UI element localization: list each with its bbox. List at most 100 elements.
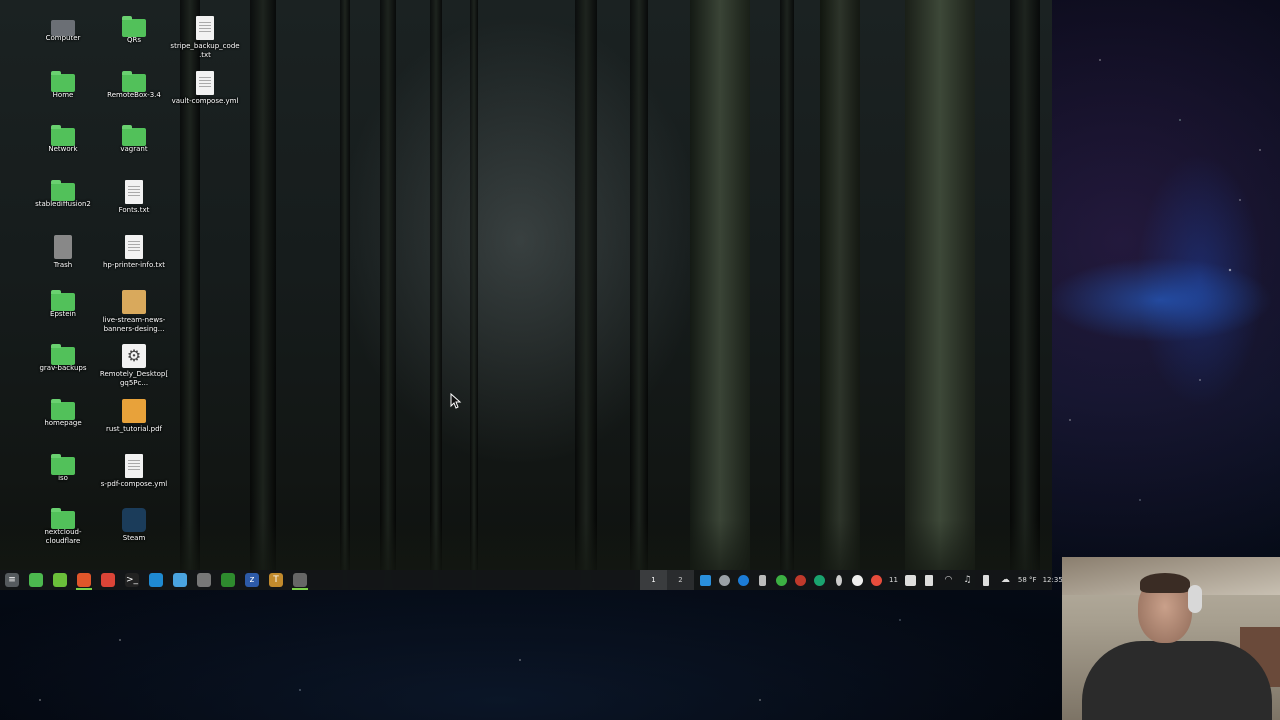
desktop-icon-label: Remotely_Desktop[gq5Pc... — [99, 370, 169, 388]
tool-launcher[interactable]: T — [264, 570, 288, 590]
desktop-icon-label: grav-backups — [39, 364, 87, 373]
nvidia-launcher[interactable] — [216, 570, 240, 590]
desktop-icon[interactable]: iso — [28, 453, 98, 483]
folder-icon — [122, 125, 146, 147]
desktop-icon[interactable]: hp-printer-info.txt — [99, 234, 169, 270]
menu-launcher[interactable]: ≡ — [0, 570, 24, 590]
desktop-icon-label: Fonts.txt — [118, 206, 150, 215]
desktop-icon-label: live-stream-news-banners-desing... — [102, 315, 166, 333]
folder-icon — [51, 508, 75, 530]
desktop-icon-label: vault-compose.yml — [171, 96, 239, 105]
text-file-icon — [196, 70, 214, 95]
network-app-launcher[interactable] — [192, 570, 216, 590]
desktop-icon-label: vagrant — [120, 145, 148, 154]
zoom-launcher[interactable]: z — [240, 570, 264, 590]
desktop-icon-label: iso — [58, 473, 68, 482]
workspace-2[interactable]: 2 — [667, 570, 694, 590]
clipboard-icon[interactable] — [920, 570, 939, 590]
desktop-icon-label: Home — [52, 90, 74, 99]
printer-icon[interactable] — [901, 570, 920, 590]
hp-icon[interactable] — [734, 570, 753, 590]
vscode-launcher[interactable] — [144, 570, 168, 590]
app-green-launcher[interactable] — [48, 570, 72, 590]
desktop-icon[interactable]: Steam — [99, 508, 169, 543]
desktop-icon[interactable]: Home — [28, 70, 98, 100]
workspace-switcher: 1 2 — [640, 570, 694, 590]
app-tray-icon[interactable] — [696, 570, 715, 590]
remmina-launcher[interactable] — [168, 570, 192, 590]
desktop-icon[interactable]: rust_tutorial.pdf — [99, 398, 169, 434]
zoom-icon: z — [245, 573, 259, 587]
desktop-icon[interactable]: Fonts.txt — [99, 180, 169, 215]
battery-icon[interactable] — [977, 570, 996, 590]
wifi-folder-icon — [51, 180, 75, 202]
desktop-icon[interactable]: vagrant — [99, 125, 169, 154]
text-file-icon — [125, 234, 143, 259]
desktop-icon[interactable]: grav-backups — [28, 344, 98, 373]
desktop-icon-label: stablediffusion2 — [35, 200, 91, 209]
desktop-icon-label: homepage — [44, 418, 82, 427]
folder-icon — [122, 70, 146, 92]
taskbar-launchers: ≡ >_ z T — [0, 570, 312, 590]
desktop-icon-label: Epstein — [50, 309, 76, 318]
security-icon[interactable] — [848, 570, 867, 590]
menu-icon: ≡ — [5, 573, 19, 587]
chrome-launcher[interactable] — [96, 570, 120, 590]
check-icon[interactable] — [772, 570, 791, 590]
device-icon[interactable] — [753, 570, 772, 590]
terminal-launcher[interactable]: >_ — [120, 570, 144, 590]
desktop-icon[interactable]: ⚙ Remotely_Desktop[gq5Pc... — [99, 344, 169, 388]
folder-icon — [122, 16, 146, 37]
text-file-icon — [196, 16, 214, 40]
network-folder-icon — [51, 125, 75, 147]
desktop-icon[interactable]: live-stream-news-banners-desing... — [99, 289, 169, 334]
desktop-icon[interactable]: Trash — [28, 234, 98, 270]
desktop-icon[interactable]: homepage — [28, 398, 98, 428]
pdf-file-icon — [122, 398, 146, 423]
workspace-1[interactable]: 1 — [640, 570, 667, 590]
folder-icon — [51, 453, 75, 475]
desktop-icon-label: Steam — [122, 534, 146, 543]
brave-browser-launcher[interactable] — [72, 570, 96, 590]
desktop-icon[interactable]: Epstein — [28, 289, 98, 319]
settings-app-launcher[interactable] — [288, 570, 312, 590]
wifi-icon[interactable]: ◠ — [939, 570, 958, 590]
opera-icon[interactable] — [791, 570, 810, 590]
desktop-icon-label: Trash — [53, 260, 73, 269]
settings-app-icon — [293, 573, 307, 587]
sound-icon[interactable]: ♫ — [958, 570, 977, 590]
files-launcher[interactable] — [24, 570, 48, 590]
desktop-icon[interactable]: vault-compose.yml — [170, 70, 240, 106]
sync-icon[interactable] — [810, 570, 829, 590]
weather-temp[interactable]: 58 °F — [1015, 576, 1040, 584]
desktop-icon[interactable]: RemoteBox-3.4 — [99, 70, 169, 100]
bluetooth-icon[interactable] — [829, 570, 848, 590]
update-count: 11 — [889, 576, 898, 584]
tool-icon: T — [269, 573, 283, 587]
messenger-icon[interactable] — [715, 570, 734, 590]
desktop-icon[interactable]: nextcloud-cloudflare — [28, 508, 98, 546]
remmina-icon — [173, 573, 187, 587]
desktop-icon[interactable]: Network — [28, 125, 98, 154]
desktop-icon-label: QRs — [126, 36, 142, 44]
webcam-overlay — [1062, 557, 1280, 720]
brave-browser-icon — [77, 573, 91, 587]
nvidia-icon — [221, 573, 235, 587]
desktop-icon[interactable]: Computer — [28, 16, 98, 43]
desktop-icon[interactable]: stablediffusion2 — [28, 180, 98, 209]
app-green-icon — [53, 573, 67, 587]
folder-icon — [51, 289, 75, 311]
desktop-icon[interactable]: stripe_backup_code.txt — [170, 16, 240, 60]
network-app-icon — [197, 573, 211, 587]
desktop-icon[interactable]: s-pdf-compose.yml — [99, 453, 169, 489]
desktop-icon-label: RemoteBox-3.4 — [107, 90, 161, 99]
chrome-icon — [101, 573, 115, 587]
archive-icon — [122, 289, 146, 314]
vscode-icon — [149, 573, 163, 587]
update-icon[interactable] — [867, 570, 886, 590]
desktop-icons: Computer Home Network stablediffusion2 Trash… — [0, 0, 260, 570]
mouse-cursor-icon — [450, 393, 462, 409]
trash-icon — [54, 234, 72, 259]
desktop-icon[interactable]: QRs — [99, 16, 169, 45]
weather-icon[interactable]: ☁ — [996, 570, 1015, 590]
